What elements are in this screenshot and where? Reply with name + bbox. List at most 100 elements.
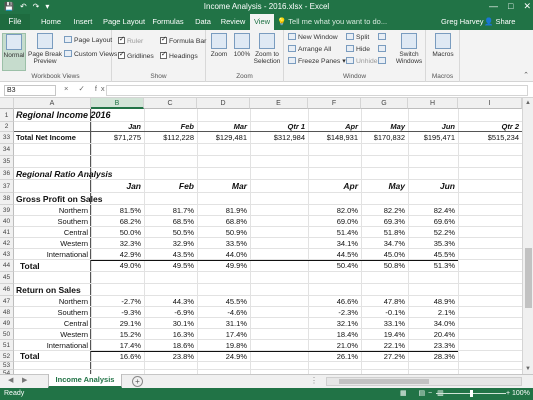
row-header[interactable]: 1 (0, 109, 14, 122)
ratio-value[interactable]: 20.4% (410, 329, 455, 340)
ratio-value[interactable]: 22.1% (363, 340, 405, 351)
zoom-out-icon[interactable]: − (428, 388, 432, 400)
zoom-slider-knob[interactable] (470, 390, 473, 397)
row-header[interactable]: 44 (0, 260, 14, 272)
return-total-value[interactable]: 16.6% (93, 351, 141, 362)
row-header[interactable]: 36 (0, 168, 14, 180)
worksheet-grid[interactable]: A B C D E F G H I 1 2 33 34 35 36 37 38 39 40 41 42… (0, 98, 522, 374)
ratio-value[interactable]: 69.3% (363, 216, 405, 227)
ratio-value[interactable]: 68.5% (146, 216, 194, 227)
ratio-value[interactable]: 51.8% (363, 227, 405, 238)
scroll-down-icon[interactable]: ▼ (523, 364, 533, 374)
row-header[interactable]: 38 (0, 193, 14, 205)
sync-scrolling-icon[interactable] (378, 45, 388, 53)
share-button[interactable]: 👤 Share (484, 14, 515, 30)
column-header-b[interactable]: B (91, 98, 144, 109)
total-net-income-value[interactable]: $129,481 (199, 132, 247, 144)
return-total-value[interactable]: 28.3% (410, 351, 455, 362)
ratio-value[interactable]: 42.9% (93, 249, 141, 260)
macros-button[interactable]: Macros (430, 33, 456, 58)
hide-button[interactable]: Hide (346, 45, 370, 53)
row-header[interactable]: 41 (0, 227, 14, 238)
normal-view-button[interactable]: Normal (2, 33, 26, 71)
gross-total-value[interactable]: 51.3% (410, 260, 455, 272)
ratio-value[interactable]: 34.1% (310, 238, 358, 249)
column-header-i[interactable]: I (458, 98, 522, 109)
tab-home[interactable]: Home (36, 14, 66, 30)
formula-bar-checkbox[interactable]: Formula Bar (160, 35, 206, 45)
gross-total-value[interactable]: 49.0% (93, 260, 141, 272)
horizontal-scrollbar[interactable] (326, 377, 522, 386)
column-label-cell[interactable]: Jun (410, 122, 455, 132)
row-header[interactable]: 52 (0, 351, 14, 362)
row-header[interactable]: 34 (0, 144, 14, 156)
total-net-income-value[interactable]: $148,931 (310, 132, 358, 144)
gross-total-value[interactable]: 50.8% (363, 260, 405, 272)
sheet-title[interactable]: Regional Income 2016 (16, 109, 216, 122)
maximize-button[interactable]: □ (508, 1, 513, 12)
ratio-value[interactable]: 34.7% (363, 238, 405, 249)
column-header-d[interactable]: D (197, 98, 250, 109)
ratio-value[interactable]: 51.4% (310, 227, 358, 238)
gross-profit-title[interactable]: Gross Profit on Sales (16, 193, 216, 205)
view-buttons[interactable]: ▦ ▤ ▥ (400, 388, 449, 400)
row-header[interactable]: 46 (0, 284, 14, 296)
tab-view[interactable]: View (250, 14, 274, 30)
ratio-value[interactable]: 81.5% (93, 205, 141, 216)
zoom-slider[interactable] (436, 390, 506, 397)
ratio-month-header[interactable]: Jan (93, 180, 141, 193)
return-total-label[interactable]: Total (16, 351, 88, 362)
total-net-income-value[interactable]: $170,832 (363, 132, 405, 144)
tab-page-layout[interactable]: Page Layout (101, 14, 147, 30)
tab-review[interactable]: Review (218, 14, 248, 30)
region-label[interactable]: Central (16, 227, 88, 238)
return-total-value[interactable]: 23.8% (146, 351, 194, 362)
scroll-up-icon[interactable]: ▲ (523, 98, 533, 108)
ratio-month-header[interactable]: Jun (410, 180, 455, 193)
return-total-value[interactable]: 26.1% (310, 351, 358, 362)
name-box[interactable]: B3 (4, 85, 56, 96)
gross-total-value[interactable]: 49.5% (146, 260, 194, 272)
total-net-income-value[interactable]: $112,228 (146, 132, 194, 144)
row-header[interactable]: 51 (0, 340, 14, 351)
row-header[interactable]: 48 (0, 307, 14, 318)
gridlines-checkbox[interactable]: Gridlines (118, 50, 154, 60)
total-net-income-value[interactable]: $71,275 (93, 132, 141, 144)
ratio-value[interactable]: 45.0% (363, 249, 405, 260)
gross-total-value[interactable]: 49.9% (199, 260, 247, 272)
return-on-sales-title[interactable]: Return on Sales (16, 284, 216, 296)
ratio-value[interactable]: 47.8% (363, 296, 405, 307)
user-name[interactable]: Greg Harvey (441, 14, 484, 30)
zoom-button[interactable]: Zoom (208, 33, 230, 58)
row-header[interactable]: 47 (0, 296, 14, 307)
ratio-value[interactable]: 44.0% (199, 249, 247, 260)
ratio-value[interactable]: 48.9% (410, 296, 455, 307)
row-header[interactable]: 50 (0, 329, 14, 340)
column-label-cell[interactable]: Feb (146, 122, 194, 132)
tab-insert[interactable]: Insert (68, 14, 98, 30)
ratio-value[interactable]: -2.3% (310, 307, 358, 318)
row-header[interactable]: 40 (0, 216, 14, 227)
ratio-value[interactable]: 82.2% (363, 205, 405, 216)
ratio-value[interactable]: 68.2% (93, 216, 141, 227)
ratio-month-header[interactable]: Mar (199, 180, 247, 193)
column-label-cell[interactable]: May (363, 122, 405, 132)
custom-views-button[interactable]: Custom Views (64, 50, 117, 58)
ratio-value[interactable]: -6.9% (146, 307, 194, 318)
gross-total-label[interactable]: Total (16, 260, 88, 272)
ratio-value[interactable]: 21.0% (310, 340, 358, 351)
region-label[interactable]: Northern (16, 296, 88, 307)
ratio-value[interactable]: 19.8% (199, 340, 247, 351)
ratio-value[interactable]: 35.3% (410, 238, 455, 249)
ratio-value[interactable]: 50.9% (199, 227, 247, 238)
ratio-value[interactable]: 68.8% (199, 216, 247, 227)
formula-bar-buttons[interactable]: × ✓ fx (64, 84, 109, 93)
ratio-value[interactable]: 32.9% (146, 238, 194, 249)
ratio-value[interactable]: 52.2% (410, 227, 455, 238)
select-all-corner[interactable] (0, 98, 14, 109)
ratio-value[interactable]: 34.0% (410, 318, 455, 329)
total-net-income-value[interactable]: $312,984 (252, 132, 305, 144)
region-label[interactable]: Southern (16, 216, 88, 227)
ratio-value[interactable]: 32.1% (310, 318, 358, 329)
tell-me-box[interactable]: 💡 Tell me what you want to do... (277, 14, 387, 30)
